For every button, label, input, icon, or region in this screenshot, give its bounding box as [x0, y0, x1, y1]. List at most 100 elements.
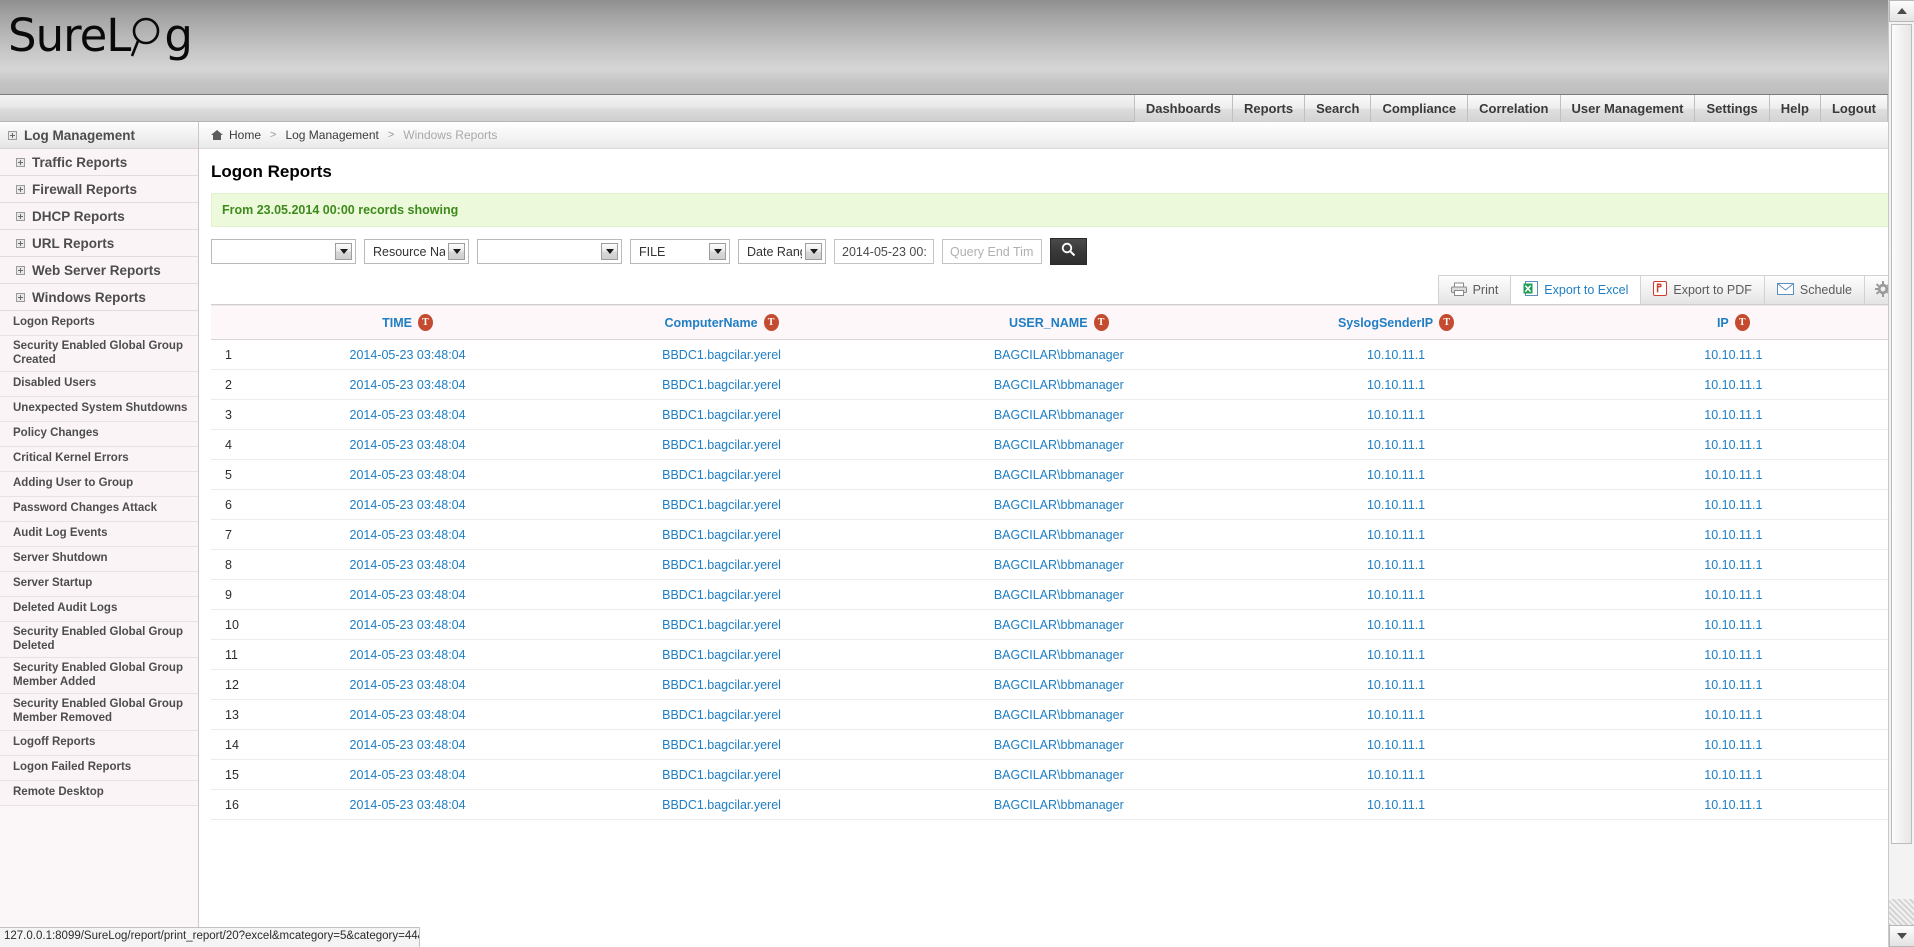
cell-syslog-sender-ip-link[interactable]: 10.10.11.1: [1367, 498, 1425, 512]
cell-user-name-link[interactable]: BAGCILAR\bbmanager: [994, 558, 1124, 572]
query-end-time-input[interactable]: [942, 239, 1042, 264]
column-filter-badge[interactable]: T: [1093, 314, 1109, 331]
cell-syslog-sender-ip-link[interactable]: 10.10.11.1: [1367, 738, 1425, 752]
scrollbar-track[interactable]: [1889, 22, 1914, 925]
cell-user-name-link[interactable]: BAGCILAR\bbmanager: [994, 738, 1124, 752]
cell-ip-link[interactable]: 10.10.11.1: [1704, 528, 1762, 542]
sidebar-item-audit-log-events[interactable]: Audit Log Events: [0, 522, 198, 548]
cell-time-link[interactable]: 2014-05-23 03:48:04: [350, 558, 466, 572]
nav-help[interactable]: Help: [1769, 95, 1821, 122]
cell-ip-link[interactable]: 10.10.11.1: [1704, 708, 1762, 722]
cell-computer-name-link[interactable]: BBDC1.bagcilar.yerel: [662, 438, 781, 452]
schedule-button[interactable]: Schedule: [1763, 275, 1864, 304]
cell-computer-name-link[interactable]: BBDC1.bagcilar.yerel: [662, 588, 781, 602]
expand-toggle-icon[interactable]: [8, 130, 17, 140]
expand-toggle-icon[interactable]: [16, 157, 25, 167]
cell-computer-name-link[interactable]: BBDC1.bagcilar.yerel: [662, 528, 781, 542]
column-header-computername[interactable]: ComputerName T: [552, 305, 891, 340]
sidebar-item-security-enabled-global-group-member-added[interactable]: Security Enabled Global Group Member Add…: [0, 658, 198, 695]
cell-computer-name-link[interactable]: BBDC1.bagcilar.yerel: [662, 348, 781, 362]
sidebar-group-windows-reports[interactable]: Windows Reports: [0, 284, 198, 311]
column-filter-badge[interactable]: T: [1734, 314, 1750, 331]
print-button[interactable]: Print: [1437, 275, 1511, 304]
nav-compliance[interactable]: Compliance: [1371, 95, 1469, 122]
cell-computer-name-link[interactable]: BBDC1.bagcilar.yerel: [662, 678, 781, 692]
cell-ip-link[interactable]: 10.10.11.1: [1704, 588, 1762, 602]
sidebar-item-security-enabled-global-group-deleted[interactable]: Security Enabled Global Group Deleted: [0, 622, 198, 659]
cell-syslog-sender-ip-link[interactable]: 10.10.11.1: [1367, 468, 1425, 482]
column-header-ip[interactable]: IP T: [1564, 305, 1902, 340]
cell-user-name-link[interactable]: BAGCILAR\bbmanager: [994, 588, 1124, 602]
cell-ip-link[interactable]: 10.10.11.1: [1704, 378, 1762, 392]
cell-ip-link[interactable]: 10.10.11.1: [1704, 558, 1762, 572]
breadcrumb-log-management[interactable]: Log Management: [285, 128, 378, 142]
expand-toggle-icon[interactable]: [16, 292, 25, 302]
nav-correlation[interactable]: Correlation: [1468, 95, 1561, 122]
cell-syslog-sender-ip-link[interactable]: 10.10.11.1: [1367, 618, 1425, 632]
sidebar-item-password-changes-attack[interactable]: Password Changes Attack: [0, 497, 198, 523]
cell-syslog-sender-ip-link[interactable]: 10.10.11.1: [1367, 708, 1425, 722]
cell-computer-name-link[interactable]: BBDC1.bagcilar.yerel: [662, 768, 781, 782]
cell-syslog-sender-ip-link[interactable]: 10.10.11.1: [1367, 378, 1425, 392]
column-header-user_name[interactable]: USER_NAME T: [890, 305, 1228, 340]
value-select[interactable]: [477, 239, 622, 264]
cell-syslog-sender-ip-link[interactable]: 10.10.11.1: [1367, 798, 1425, 812]
sidebar-item-critical-kernel-errors[interactable]: Critical Kernel Errors: [0, 447, 198, 473]
expand-toggle-icon[interactable]: [16, 184, 25, 194]
sidebar-item-remote-desktop[interactable]: Remote Desktop: [0, 780, 198, 806]
format-select[interactable]: FILE: [630, 239, 730, 264]
cell-time-link[interactable]: 2014-05-23 03:48:04: [350, 498, 466, 512]
cell-computer-name-link[interactable]: BBDC1.bagcilar.yerel: [662, 738, 781, 752]
cell-computer-name-link[interactable]: BBDC1.bagcilar.yerel: [662, 618, 781, 632]
cell-computer-name-link[interactable]: BBDC1.bagcilar.yerel: [662, 648, 781, 662]
cell-time-link[interactable]: 2014-05-23 03:48:04: [350, 618, 466, 632]
cell-user-name-link[interactable]: BAGCILAR\bbmanager: [994, 528, 1124, 542]
cell-time-link[interactable]: 2014-05-23 03:48:04: [350, 708, 466, 722]
cell-time-link[interactable]: 2014-05-23 03:48:04: [350, 678, 466, 692]
cell-syslog-sender-ip-link[interactable]: 10.10.11.1: [1367, 438, 1425, 452]
sidebar-group-web-server-reports[interactable]: Web Server Reports: [0, 257, 198, 284]
cell-ip-link[interactable]: 10.10.11.1: [1704, 498, 1762, 512]
cell-ip-link[interactable]: 10.10.11.1: [1704, 618, 1762, 632]
cell-computer-name-link[interactable]: BBDC1.bagcilar.yerel: [662, 468, 781, 482]
scroll-up-button[interactable]: [1889, 0, 1914, 22]
sidebar-item-adding-user-to-group[interactable]: Adding User to Group: [0, 472, 198, 498]
cell-syslog-sender-ip-link[interactable]: 10.10.11.1: [1367, 768, 1425, 782]
sidebar-group-traffic-reports[interactable]: Traffic Reports: [0, 149, 198, 176]
cell-computer-name-link[interactable]: BBDC1.bagcilar.yerel: [662, 708, 781, 722]
cell-ip-link[interactable]: 10.10.11.1: [1704, 738, 1762, 752]
cell-user-name-link[interactable]: BAGCILAR\bbmanager: [994, 678, 1124, 692]
sidebar-group-url-reports[interactable]: URL Reports: [0, 230, 198, 257]
expand-toggle-icon[interactable]: [16, 265, 25, 275]
nav-reports[interactable]: Reports: [1232, 95, 1306, 122]
sidebar-item-server-shutdown[interactable]: Server Shutdown: [0, 547, 198, 573]
cell-user-name-link[interactable]: BAGCILAR\bbmanager: [994, 708, 1124, 722]
breadcrumb-home[interactable]: Home: [229, 128, 261, 142]
column-filter-badge[interactable]: T: [417, 314, 433, 331]
cell-syslog-sender-ip-link[interactable]: 10.10.11.1: [1367, 558, 1425, 572]
date-range-select[interactable]: Date Range: [738, 239, 826, 264]
sidebar-item-logoff-reports[interactable]: Logoff Reports: [0, 730, 198, 756]
field-select[interactable]: [211, 239, 356, 264]
cell-computer-name-link[interactable]: BBDC1.bagcilar.yerel: [662, 408, 781, 422]
sidebar-group-firewall-reports[interactable]: Firewall Reports: [0, 176, 198, 203]
cell-user-name-link[interactable]: BAGCILAR\bbmanager: [994, 648, 1124, 662]
nav-dashboards[interactable]: Dashboards: [1134, 95, 1233, 122]
resource-name-select[interactable]: Resource Name: [364, 239, 469, 264]
nav-logout[interactable]: Logout: [1820, 95, 1888, 122]
cell-ip-link[interactable]: 10.10.11.1: [1704, 768, 1762, 782]
cell-time-link[interactable]: 2014-05-23 03:48:04: [350, 798, 466, 812]
browser-vertical-scrollbar[interactable]: [1888, 0, 1914, 947]
cell-syslog-sender-ip-link[interactable]: 10.10.11.1: [1367, 408, 1425, 422]
cell-time-link[interactable]: 2014-05-23 03:48:04: [350, 408, 466, 422]
cell-time-link[interactable]: 2014-05-23 03:48:04: [350, 468, 466, 482]
search-button[interactable]: [1050, 238, 1087, 265]
scrollbar-thumb[interactable]: [1891, 24, 1912, 844]
cell-time-link[interactable]: 2014-05-23 03:48:04: [350, 438, 466, 452]
scroll-down-button[interactable]: [1889, 925, 1914, 947]
cell-computer-name-link[interactable]: BBDC1.bagcilar.yerel: [662, 798, 781, 812]
cell-ip-link[interactable]: 10.10.11.1: [1704, 408, 1762, 422]
nav-user-management[interactable]: User Management: [1560, 95, 1696, 122]
sidebar-item-security-enabled-global-group-member-removed[interactable]: Security Enabled Global Group Member Rem…: [0, 694, 198, 731]
cell-ip-link[interactable]: 10.10.11.1: [1704, 438, 1762, 452]
